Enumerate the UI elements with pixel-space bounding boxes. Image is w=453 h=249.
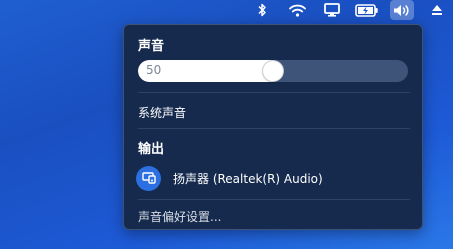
battery-charging-icon[interactable] bbox=[354, 0, 380, 20]
wifi-icon[interactable] bbox=[287, 0, 307, 20]
sound-preferences-link[interactable]: 声音偏好设置... bbox=[138, 208, 221, 225]
menu-bar bbox=[0, 0, 453, 20]
divider bbox=[138, 92, 410, 93]
sound-menu-popup: 声音 50 系统声音 输出 扬声器 (Realtek(R) Audio) 声音偏… bbox=[123, 24, 423, 230]
output-device-label: 扬声器 (Realtek(R) Audio) bbox=[173, 171, 323, 186]
output-section-title: 输出 bbox=[138, 142, 165, 157]
volume-value: 50 bbox=[146, 63, 162, 77]
speaker-display-icon bbox=[136, 165, 161, 191]
divider bbox=[138, 128, 410, 129]
output-device-item[interactable]: 扬声器 (Realtek(R) Audio) bbox=[136, 165, 412, 191]
divider bbox=[138, 199, 410, 200]
bluetooth-icon[interactable] bbox=[255, 0, 269, 20]
volume-icon[interactable] bbox=[390, 0, 414, 20]
display-icon[interactable] bbox=[322, 0, 342, 20]
system-sounds-item[interactable]: 系统声音 bbox=[138, 104, 186, 121]
eject-icon[interactable] bbox=[429, 0, 445, 20]
sound-section-title: 声音 bbox=[138, 39, 165, 54]
volume-slider-knob[interactable] bbox=[263, 61, 283, 81]
